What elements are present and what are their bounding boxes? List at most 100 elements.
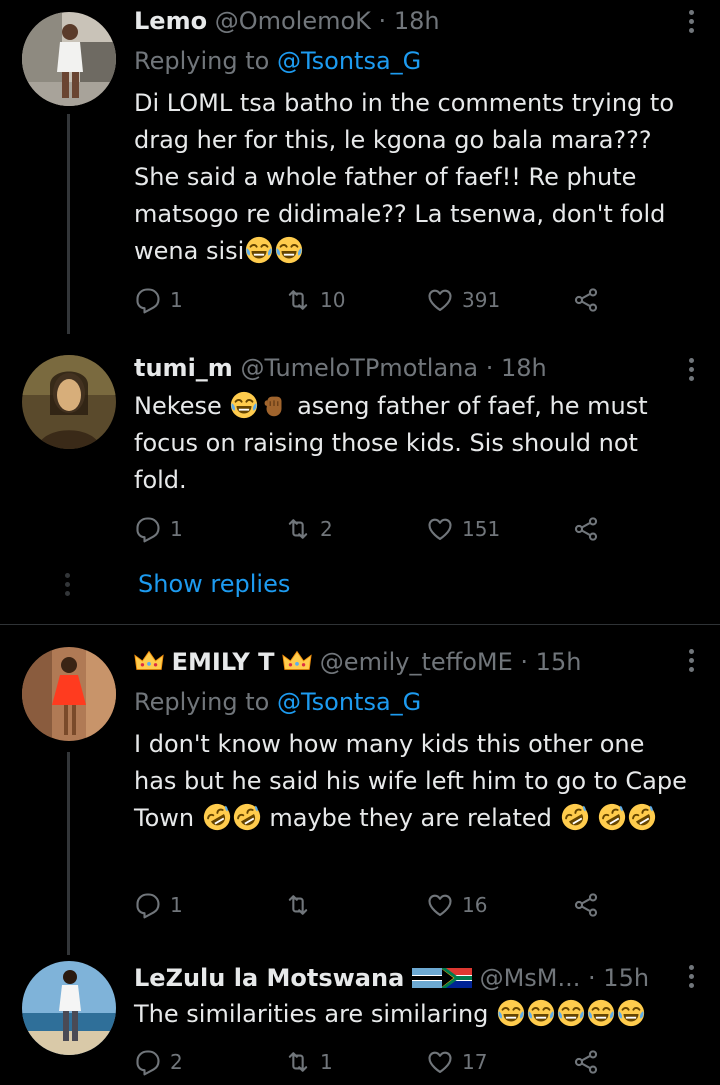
replying-handle-link[interactable]: @Tsontsa_G [277,688,421,716]
reply-count: 1 [170,517,183,541]
share-button[interactable] [572,514,600,544]
share-icon [572,891,600,919]
reply-icon [134,286,162,314]
like-count: 391 [462,288,501,312]
reply-button[interactable]: 1 [134,890,183,920]
share-icon [572,1048,600,1076]
heart-icon [426,286,454,314]
joy-emoji-icon [526,998,556,1028]
more-options-icon[interactable] [686,10,696,37]
thread-line [67,752,70,955]
thread-continuation-dots [65,573,71,600]
handle[interactable]: @emily_teffoME [320,648,513,676]
tweet-actions: 1 2 151 [134,514,614,544]
avatar[interactable] [22,961,116,1055]
avatar[interactable] [22,647,116,741]
avatar-photo-icon [22,355,116,449]
rofl-emoji-icon [560,802,590,832]
share-button[interactable] [572,890,600,920]
replying-prefix: Replying to [134,688,270,716]
thread-line [67,114,70,334]
joy-emoji-icon [274,235,304,265]
reply-button[interactable]: 1 [134,514,183,544]
joy-emoji-icon [586,998,616,1028]
more-options-icon[interactable] [686,358,696,385]
reply-button[interactable]: 1 [134,285,183,315]
tweet-text-part-1: Nekese [134,392,222,420]
like-button[interactable]: 151 [426,514,500,544]
tweet-header: EMILY T @emily_teffoME · 15h [134,644,581,680]
like-count: 151 [462,517,501,541]
joy-emoji-icon [244,235,274,265]
tweet-text: Nekese aseng father of faef, he must foc… [134,388,694,499]
like-button[interactable]: 16 [426,890,487,920]
tweet-actions: 1 10 391 [134,285,614,315]
heart-icon [426,891,454,919]
replying-prefix: Replying to [134,47,270,75]
timestamp[interactable]: 15h [603,964,649,992]
retweet-icon [284,891,312,919]
retweet-icon [284,286,312,314]
like-count: 16 [462,893,488,917]
retweet-count: 10 [320,288,346,312]
handle[interactable]: @MsM... [480,964,581,992]
display-name[interactable]: tumi_m [134,354,233,382]
replying-handle-link[interactable]: @Tsontsa_G [277,47,421,75]
retweet-button[interactable]: 1 [284,1047,333,1077]
retweet-icon [284,515,312,543]
avatar[interactable] [22,355,116,449]
crown-emoji-icon [134,646,164,676]
reply-count: 1 [170,288,183,312]
tweet-tumi[interactable]: tumi_m @TumeloTPmotlana · 18h Nekese ase… [0,340,720,630]
show-replies-link[interactable]: Show replies [138,567,290,601]
timestamp[interactable]: 18h [394,7,440,35]
handle[interactable]: @TumeloTPmotlana [240,354,478,382]
retweet-count: 2 [320,517,333,541]
retweet-button[interactable]: 10 [284,285,345,315]
timestamp[interactable]: 18h [501,354,547,382]
tweet-text: Di LOML tsa batho in the comments trying… [134,85,694,270]
botswana-flag-icon [411,968,442,988]
share-icon [572,515,600,543]
tweet-actions: 1 16 [134,890,614,920]
retweet-button[interactable]: 2 [284,514,333,544]
tweet-text-body: The similarities are similaring [134,1000,489,1028]
share-button[interactable] [572,1047,600,1077]
tweet-lemo[interactable]: Lemo @OmolemoK · 18h Replying to @Tsonts… [0,0,720,334]
avatar[interactable] [22,12,116,106]
tweet-text-body: Di LOML tsa batho in the comments trying… [134,89,682,265]
heart-icon [426,1048,454,1076]
display-name[interactable]: Lemo [134,7,207,35]
handle[interactable]: @OmolemoK [215,7,371,35]
more-options-icon[interactable] [686,965,696,992]
like-button[interactable]: 17 [426,1047,487,1077]
reply-count: 1 [170,893,183,917]
like-button[interactable]: 391 [426,285,500,315]
retweet-button[interactable] [284,890,320,920]
rofl-emoji-icon [597,802,627,832]
joy-emoji-icon [229,390,259,420]
share-button[interactable] [572,285,600,315]
timestamp[interactable]: 15h [536,648,582,676]
replying-to: Replying to @Tsontsa_G [134,684,421,720]
more-options-icon[interactable] [686,649,696,676]
reply-count: 2 [170,1050,183,1074]
tweet-emily[interactable]: EMILY T @emily_teffoME · 15h Replying to… [0,625,720,955]
retweet-count: 1 [320,1050,333,1074]
tweet-lezulu[interactable]: LeZulu la Motswana @MsM... · 15h The sim… [0,955,720,1085]
reply-icon [134,515,162,543]
rofl-emoji-icon [202,802,232,832]
display-name[interactable]: EMILY T [172,648,275,676]
tweet-header: LeZulu la Motswana @MsM... · 15h [134,960,649,996]
reply-icon [134,891,162,919]
joy-emoji-icon [556,998,586,1028]
display-name[interactable]: LeZulu la Motswana [134,964,404,992]
reply-button[interactable]: 2 [134,1047,183,1077]
south-africa-flag-icon [441,968,472,988]
crown-emoji-icon [282,646,312,676]
heart-icon [426,515,454,543]
separator: · [378,7,387,35]
rofl-emoji-icon [232,802,262,832]
tweet-actions: 2 1 17 [134,1047,614,1077]
tweet-header: tumi_m @TumeloTPmotlana · 18h [134,350,547,386]
